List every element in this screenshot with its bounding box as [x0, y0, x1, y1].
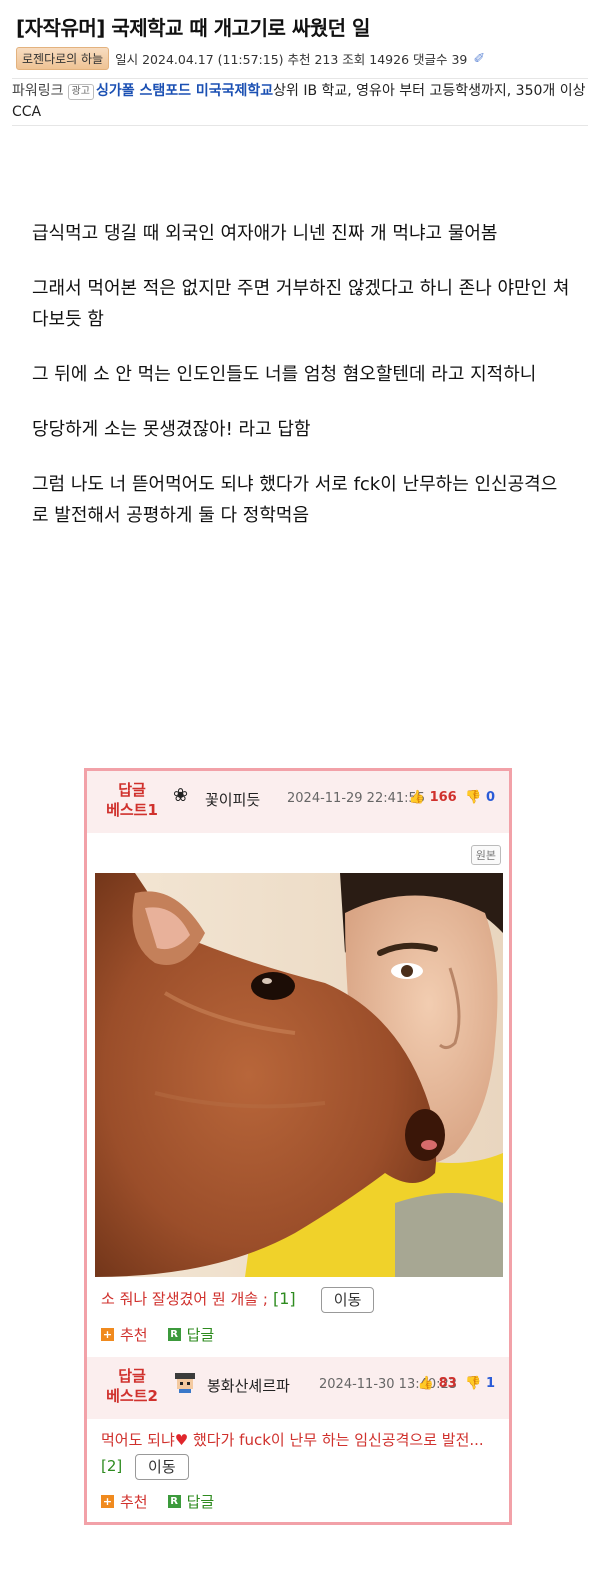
best2-label-line1: 답글 — [118, 1367, 146, 1385]
pixel-avatar-icon — [173, 1371, 197, 1400]
best2-actions: + 추천 R 답글 — [101, 1491, 214, 1512]
thumbs-up-icon[interactable]: 👍 — [418, 1376, 434, 1391]
recommend-label: 추천 — [120, 1493, 148, 1511]
best1-votes: 👍 166 👎 0 — [409, 790, 495, 805]
author-badge[interactable]: 로젠다로의 하늘 — [16, 47, 110, 70]
post-body: 급식먹고 댕길 때 외국인 여자애가 니넨 진짜 개 먹냐고 물어봄 그래서 먹… — [32, 218, 572, 555]
reply-photo — [95, 873, 503, 1277]
best2-up-count: 83 — [438, 1376, 457, 1391]
plus-icon: + — [101, 1495, 114, 1508]
post-title: [자작유머] 국제학교 때 개고기로 싸웠던 일 — [16, 16, 370, 40]
powerlink-label: 파워링크 — [12, 83, 64, 99]
best2-label: 답글 베스트2 — [101, 1366, 163, 1406]
ad-badge: 광고 — [67, 84, 94, 100]
best2-text-a: 먹어도 되냐 — [101, 1431, 175, 1449]
body-paragraph: 그럼 나도 너 뜯어먹어도 되냐 했다가 서로 fck이 난무하는 인신공격으로… — [32, 474, 558, 526]
body-paragraph: 그래서 먹어본 적은 없지만 주면 거부하진 않겠다고 하니 존나 야만인 쳐다… — [32, 278, 570, 330]
best1-content: 소 줘나 잘생겼어 뭔 개솔 ; [1] 이동 — [101, 1286, 375, 1313]
best2-label-line2: 베스트2 — [106, 1387, 158, 1405]
best1-reply-count[interactable]: [1] — [273, 1289, 296, 1308]
original-image-button[interactable]: 원본 — [470, 845, 501, 865]
recommend-label: 추천 — [120, 1326, 148, 1344]
best1-move-button[interactable]: 이동 — [320, 1286, 375, 1313]
best1-up-count: 166 — [429, 790, 457, 805]
best1-label-line1: 답글 — [118, 781, 146, 799]
best1-label: 답글 베스트1 — [101, 780, 163, 820]
plus-icon: + — [101, 1328, 114, 1341]
reply-label: 답글 — [186, 1493, 215, 1511]
best1-down-count: 0 — [485, 790, 495, 805]
body-paragraph: 당당하게 소는 못생겼잖아! 라고 답함 — [32, 419, 311, 440]
body-paragraph: 급식먹고 댕길 때 외국인 여자애가 니넨 진짜 개 먹냐고 물어봄 — [32, 223, 498, 244]
best1-recommend[interactable]: + 추천 — [101, 1324, 148, 1345]
powerlink-ad[interactable]: 파워링크 광고 싱가폴 스탬포드 미국국제학교상위 IB 학교, 영유아 부터 고등… — [12, 78, 588, 126]
best1-author[interactable]: 꽃이피듯 — [205, 789, 260, 810]
best2-votes: 👍 83 👎 1 — [418, 1376, 495, 1391]
best1-label-line2: 베스트1 — [106, 801, 158, 819]
best2-author[interactable]: 봉화산셰르파 — [207, 1375, 290, 1396]
best1-header: 답글 베스트1 ❀ 꽃이피듯 2024-11-29 22:41:55 👍 166… — [87, 771, 509, 833]
pin-icon[interactable]: ✐ — [473, 51, 485, 67]
best2-recommend[interactable]: + 추천 — [101, 1491, 148, 1512]
thumbs-down-icon[interactable]: 👎 — [465, 1376, 481, 1391]
best2-content: 먹어도 되냐♥ 했다가 fuck이 난무 하는 임신공격으로 발전... [2]… — [101, 1427, 501, 1480]
best1-reply[interactable]: R 답글 — [167, 1324, 215, 1345]
post-meta: 로젠다로의 하늘 일시 2024.04.17 (11:57:15) 추천 213… — [16, 47, 588, 70]
thumbs-down-icon[interactable]: 👎 — [465, 790, 481, 805]
best2-text-b: 했다가 fuck이 난무 하는 임신공격으로 발전... — [188, 1431, 484, 1449]
powerlink-link[interactable]: 싱가폴 스탬포드 미국국제학교 — [96, 83, 273, 99]
best2-down-count: 1 — [485, 1376, 495, 1391]
thumbs-up-icon[interactable]: 👍 — [409, 790, 425, 805]
best-replies-box: 답글 베스트1 ❀ 꽃이피듯 2024-11-29 22:41:55 👍 166… — [84, 768, 512, 1525]
post-meta-text: 일시 2024.04.17 (11:57:15) 추천 213 조회 14926… — [115, 52, 468, 67]
flower-avatar-icon: ❀ — [173, 785, 189, 806]
reply-icon: R — [167, 1328, 181, 1341]
best2-move-button[interactable]: 이동 — [135, 1453, 189, 1480]
best1-actions: + 추천 R 답글 — [101, 1324, 214, 1345]
post-header: [자작유머] 국제학교 때 개고기로 싸웠던 일 로젠다로의 하늘 일시 202… — [0, 0, 600, 70]
reply-label: 답글 — [186, 1326, 215, 1344]
best2-header: 답글 베스트2 봉화산셰르파 2024-11-30 13:40:23 👍 83 … — [87, 1357, 509, 1419]
heart-icon: ♥ — [174, 1431, 189, 1449]
best1-text: 소 줘나 잘생겼어 뭔 개솔 ; — [101, 1290, 268, 1308]
reply-icon: R — [167, 1495, 181, 1508]
best1-date: 2024-11-29 22:41:55 — [287, 791, 426, 806]
body-paragraph: 그 뒤에 소 안 먹는 인도인들도 너를 엄청 혐오할텐데 라고 지적하니 — [32, 364, 537, 385]
best2-reply-count[interactable]: [2] — [101, 1457, 122, 1475]
best2-reply[interactable]: R 답글 — [167, 1491, 215, 1512]
